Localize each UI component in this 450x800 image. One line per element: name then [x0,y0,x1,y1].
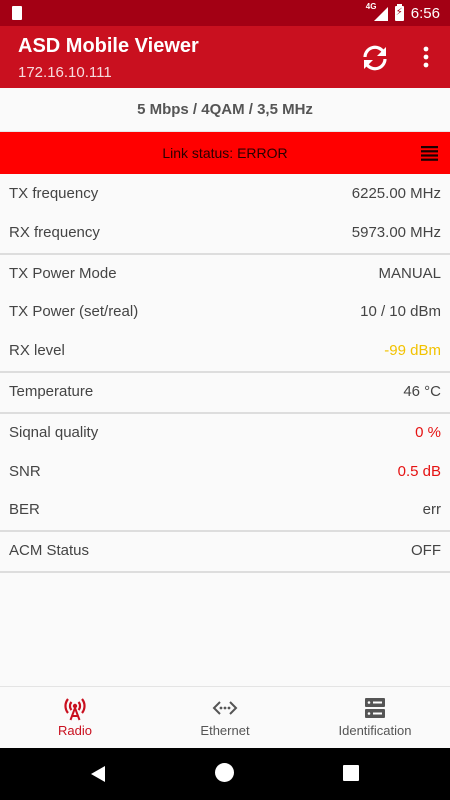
param-value: MANUAL [378,264,441,282]
ethernet-icon [212,701,238,715]
clock: 6:56 [410,4,440,22]
bottom-navigation: Radio Ethernet Identification [0,686,450,748]
param-label: BER [9,501,40,519]
refresh-icon[interactable] [359,42,391,74]
divider [0,570,450,573]
status-icons: 4G ⚡ 6:56 [366,2,440,23]
param-label: TX Power (set/real) [9,303,139,321]
app-title: ASD Mobile Viewer [18,35,199,57]
link-status-bar: Link status: ERROR [0,132,450,174]
list-item: TX Power Mode MANUAL [0,255,450,294]
param-value: 46 °C [403,382,441,400]
param-value: 0.5 dB [397,462,441,480]
param-value: err [422,501,441,519]
list-item: Siqnal quality 0 % [0,414,450,453]
link-status-text: Link status: ERROR [162,145,288,161]
param-label: TX Power Mode [9,264,117,282]
param-label: Temperature [9,382,94,400]
param-value: 5973.00 MHz [351,223,441,241]
param-value: 10 / 10 dBm [360,303,441,321]
param-label: RX level [9,342,65,360]
param-label: Siqnal quality [9,423,99,441]
list-item: RX frequency 5973.00 MHz [0,214,450,253]
list-item: RX level -99 dBm [0,332,450,371]
nav-label: Identification [338,723,412,738]
parameter-list: TX frequency 6225.00 MHz RX frequency 59… [0,175,450,573]
param-value: OFF [411,542,441,560]
list-item: Temperature 46 °C [0,373,450,412]
param-value: 6225.00 MHz [351,185,441,202]
battery-charging-icon: ⚡ [394,3,404,21]
signal-icon: 4G [366,2,388,21]
status-bar: 4G ⚡ 6:56 [0,0,450,26]
list-icon[interactable] [421,145,438,161]
param-label: TX frequency [9,185,99,202]
list-item: TX Power (set/real) 10 / 10 dBm [0,293,450,332]
param-value: -99 dBm [384,342,441,360]
system-navigation-bar [0,748,450,800]
param-label: ACM Status [9,542,90,560]
list-item: ACM Status OFF [0,532,450,571]
nav-item-radio[interactable]: Radio [0,687,150,749]
param-label: SNR [9,462,41,480]
home-icon[interactable] [215,763,234,782]
sd-card-icon [12,6,22,20]
server-icon [365,698,385,718]
nav-label: Ethernet [200,723,250,738]
nav-item-identification[interactable]: Identification [300,687,450,749]
device-ip: 172.16.10.111 [18,64,112,81]
nav-item-ethernet[interactable]: Ethernet [150,687,300,749]
list-item: BER err [0,491,450,530]
param-value: 0 % [415,423,441,441]
more-vert-icon[interactable] [414,44,438,70]
list-item: SNR 0.5 dB [0,453,450,492]
recent-apps-icon[interactable] [343,765,359,781]
param-label: RX frequency [9,223,100,241]
nav-label: Radio [58,723,92,738]
list-item: TX frequency 6225.00 MHz [0,175,450,214]
modulation-summary: 5 Mbps / 4QAM / 3,5 MHz [0,88,450,132]
back-icon[interactable] [89,765,107,783]
app-bar: ASD Mobile Viewer 172.16.10.111 [0,26,450,88]
radio-tower-icon [64,698,86,721]
